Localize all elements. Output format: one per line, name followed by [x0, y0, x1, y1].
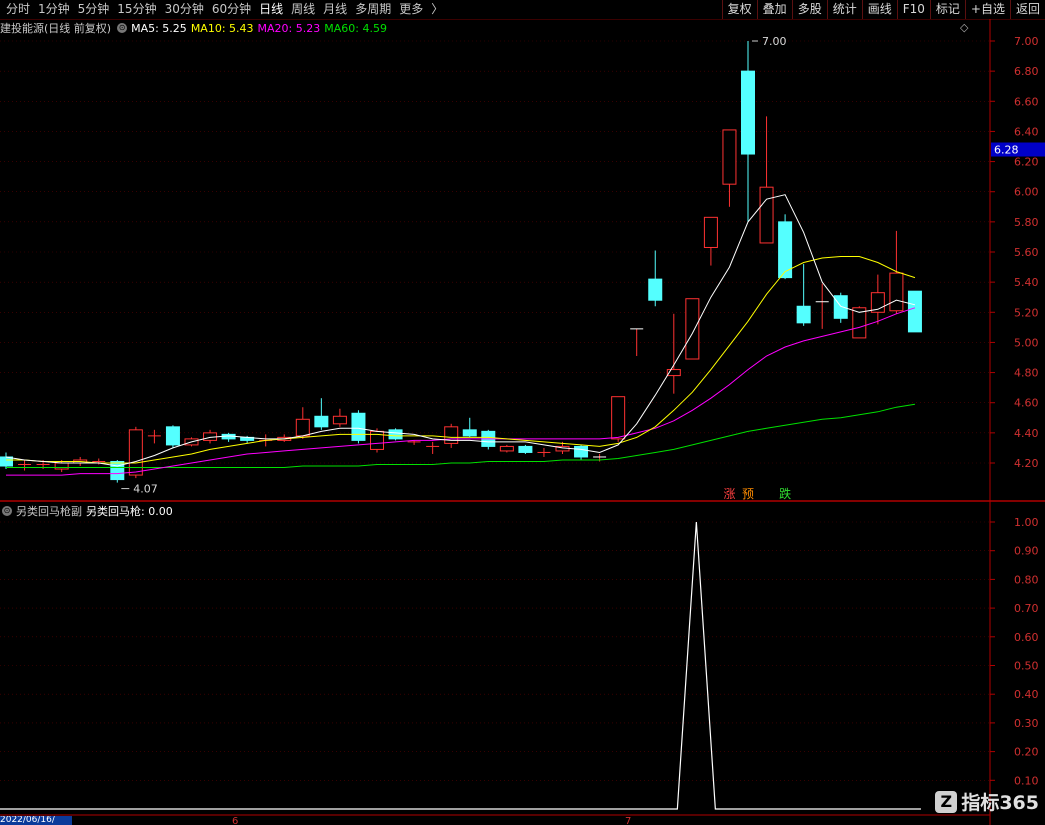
marker-zhang: 涨: [723, 486, 735, 501]
candle-body-down: [110, 460, 125, 481]
candle-body-up: [128, 429, 143, 476]
price-tick-label: 5.00: [1014, 336, 1039, 349]
month-label-7: 7: [625, 816, 631, 825]
candle-body-down: [907, 290, 922, 333]
candle-body-up: [722, 129, 737, 185]
price-tick-label: 5.60: [1014, 246, 1039, 259]
candle-body-up: [332, 415, 347, 425]
sub-tick-label: 0.20: [1014, 746, 1039, 759]
kline-chart[interactable]: 7.00 6.80 6.60 6.40 6.20 6.00 5.80 5.60 5.40 5.20…: [0, 0, 1045, 825]
candle-body-down: [314, 415, 329, 428]
watermark: Z 指标365: [935, 788, 1039, 815]
candle-body-down: [648, 278, 663, 301]
price-tick-label: 4.20: [1014, 457, 1039, 470]
price-tick-label: 6.60: [1014, 95, 1039, 108]
sub-tick-label: 0.10: [1014, 774, 1039, 787]
sub-tick-label: 0.30: [1014, 717, 1039, 730]
price-tick-label: 5.80: [1014, 216, 1039, 229]
candle-body-up: [759, 186, 774, 244]
crosshair-date-label: 2022/06/16/: [0, 816, 72, 825]
candle-body-down: [0, 456, 13, 467]
candle-body-up: [703, 216, 718, 248]
candle-body-up: [685, 298, 700, 360]
candle-body-up: [444, 426, 459, 444]
sub-tick-label: 0.50: [1014, 660, 1039, 673]
candle-body-down: [833, 295, 848, 319]
sub-tick-label: 0.90: [1014, 545, 1039, 558]
price-tick-label: 6.20: [1014, 156, 1039, 169]
marker-die: 跌: [779, 486, 791, 501]
candle-body-up: [889, 272, 904, 312]
watermark-logo-icon: Z: [935, 790, 958, 813]
candle-body-down: [165, 426, 180, 446]
sub-tick-label: 1.00: [1014, 516, 1039, 529]
candle-body-down: [518, 445, 533, 453]
sub-tick-label: 0.40: [1014, 688, 1039, 701]
marker-yu: 预: [742, 487, 754, 501]
price-tick-label: 4.40: [1014, 427, 1039, 440]
price-tick-label: 5.40: [1014, 276, 1039, 289]
current-price-label: 6.28: [994, 144, 1019, 157]
price-tick-label: 5.20: [1014, 306, 1039, 319]
sub-tick-label: 0.80: [1014, 573, 1039, 586]
sub-tick-label: 0.70: [1014, 602, 1039, 615]
max-price-label: 7.00: [762, 35, 787, 48]
min-price-label: 4.07: [133, 483, 158, 496]
candle-body-down: [462, 429, 477, 437]
price-tick-label: 6.00: [1014, 186, 1039, 199]
candle-body-down: [796, 305, 811, 324]
candle-body-up: [54, 462, 69, 470]
price-tick-label: 4.80: [1014, 367, 1039, 380]
candle-body-up: [611, 396, 626, 440]
price-tick-label: 7.00: [1014, 35, 1039, 48]
candle-body-up: [499, 445, 514, 452]
candle-body-down: [741, 70, 755, 155]
price-tick-label: 6.80: [1014, 65, 1039, 78]
price-tick-label: 6.40: [1014, 125, 1039, 138]
candle-body-down: [388, 429, 403, 440]
candle-body-up: [295, 418, 310, 437]
candle-body-down: [574, 445, 589, 458]
month-label-6: 6: [232, 816, 238, 825]
candle-body-down: [351, 412, 366, 441]
watermark-text: 指标365: [961, 792, 1039, 814]
price-tick-label: 4.60: [1014, 397, 1039, 410]
sub-tick-label: 0.60: [1014, 631, 1039, 644]
